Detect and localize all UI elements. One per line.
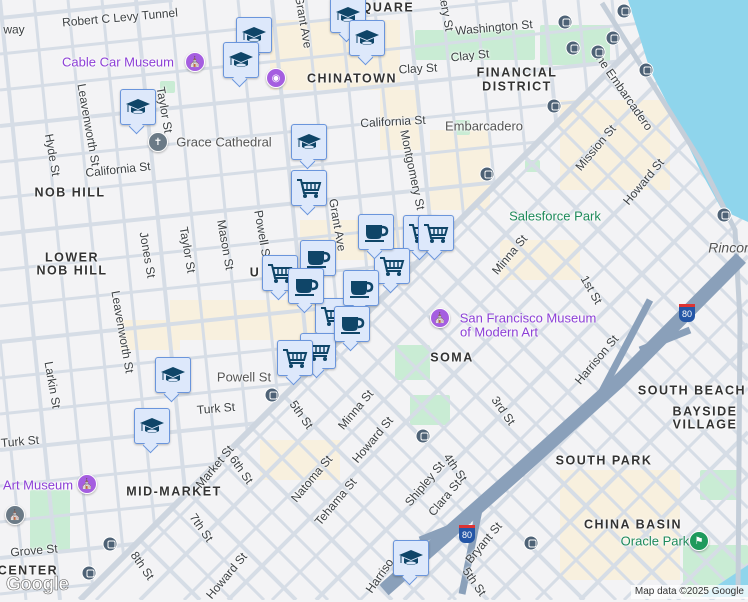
transit-stop-icon[interactable] <box>605 30 621 46</box>
district-label: VILLAGE <box>672 417 738 432</box>
district-label: FINANCIAL <box>476 65 558 80</box>
place-label[interactable]: Rincon <box>708 241 748 255</box>
cart-icon <box>424 224 449 243</box>
cart-marker[interactable] <box>277 340 313 376</box>
district-label: SOMA <box>430 350 474 365</box>
transit-stop-icon[interactable] <box>81 565 97 581</box>
museum-icon[interactable]: ⛪ <box>77 474 97 494</box>
place-label[interactable]: Oracle Park <box>621 535 690 548</box>
district-label: SOUTH PARK <box>555 453 653 468</box>
school-icon <box>140 418 164 433</box>
place-label[interactable]: Art Museum <box>3 479 73 492</box>
place-label[interactable]: Grace Cathedral <box>176 136 271 149</box>
stadium-icon[interactable]: ⚑ <box>689 531 709 551</box>
transit-stop-icon[interactable] <box>616 3 632 19</box>
transit-stop-icon[interactable] <box>102 536 118 552</box>
district-label: CHINA BASIN <box>584 517 682 532</box>
coffee-icon <box>365 225 389 242</box>
coffee-icon <box>295 279 319 296</box>
coffee-marker[interactable] <box>343 270 379 306</box>
district-label: U <box>249 265 261 280</box>
district-label: SOUTH BEACH <box>637 383 747 398</box>
cart-icon <box>380 257 405 276</box>
coffee-icon <box>350 281 374 298</box>
district-label: NOB HILL <box>34 185 106 200</box>
highway-shield: 80 <box>458 525 476 543</box>
highway-shield: 80 <box>678 304 696 322</box>
cart-marker[interactable] <box>291 170 327 206</box>
place-label[interactable]: Embarcadero <box>445 120 523 133</box>
transit-stop-icon[interactable] <box>546 98 562 114</box>
place-label[interactable]: of Modern Art <box>460 326 538 339</box>
transit-stop-icon[interactable] <box>523 535 539 551</box>
civic-icon[interactable]: ⛪ <box>5 505 25 525</box>
transit-stop-icon[interactable] <box>590 44 606 60</box>
transit-stop-icon[interactable] <box>557 14 573 30</box>
coffee-marker[interactable] <box>288 268 324 304</box>
street-label: way <box>3 22 25 37</box>
coffee-icon <box>341 317 365 334</box>
church-icon[interactable]: ✝ <box>148 132 168 152</box>
transit-stop-icon[interactable] <box>638 62 654 78</box>
school-marker[interactable] <box>393 540 429 576</box>
school-marker[interactable] <box>120 89 156 125</box>
place-label[interactable]: Powell St <box>217 371 271 384</box>
district-label: NOB HILL <box>36 263 108 278</box>
cart-icon <box>283 349 308 368</box>
street-label: Clay St <box>398 60 438 77</box>
district-label: CHINATOWN <box>306 71 398 86</box>
school-marker[interactable] <box>349 20 385 56</box>
camera-icon[interactable]: ◉ <box>266 68 286 88</box>
transit-stop-icon[interactable] <box>716 207 732 223</box>
place-label[interactable]: Salesforce Park <box>509 210 601 223</box>
school-icon <box>297 134 321 149</box>
school-icon <box>399 550 423 565</box>
school-icon <box>355 30 379 45</box>
cart-icon <box>297 179 322 198</box>
coffee-marker[interactable] <box>358 214 394 250</box>
museum-icon[interactable]: ⛪ <box>185 52 205 72</box>
district-label: MID-MARKET <box>126 484 222 499</box>
coffee-marker[interactable] <box>334 306 370 342</box>
transit-stop-icon[interactable] <box>264 387 280 403</box>
school-marker[interactable] <box>134 408 170 444</box>
place-label[interactable]: Cable Car Museum <box>62 56 174 69</box>
transit-stop-icon[interactable] <box>415 428 431 444</box>
google-logo: Google <box>6 574 70 596</box>
museum-icon[interactable]: ⛪ <box>430 308 450 328</box>
place-label[interactable]: San Francisco Museum <box>460 312 597 325</box>
school-icon <box>161 367 185 382</box>
district-label: DISTRICT <box>482 79 552 94</box>
school-marker[interactable] <box>155 357 191 393</box>
map-attribution[interactable]: Map data ©2025 Google <box>630 585 748 599</box>
school-marker[interactable] <box>223 42 259 78</box>
cart-marker[interactable] <box>418 215 454 251</box>
school-icon <box>126 99 150 114</box>
transit-stop-icon[interactable] <box>479 166 495 182</box>
school-marker[interactable] <box>291 124 327 160</box>
school-icon <box>229 52 253 67</box>
transit-stop-icon[interactable] <box>565 40 581 56</box>
